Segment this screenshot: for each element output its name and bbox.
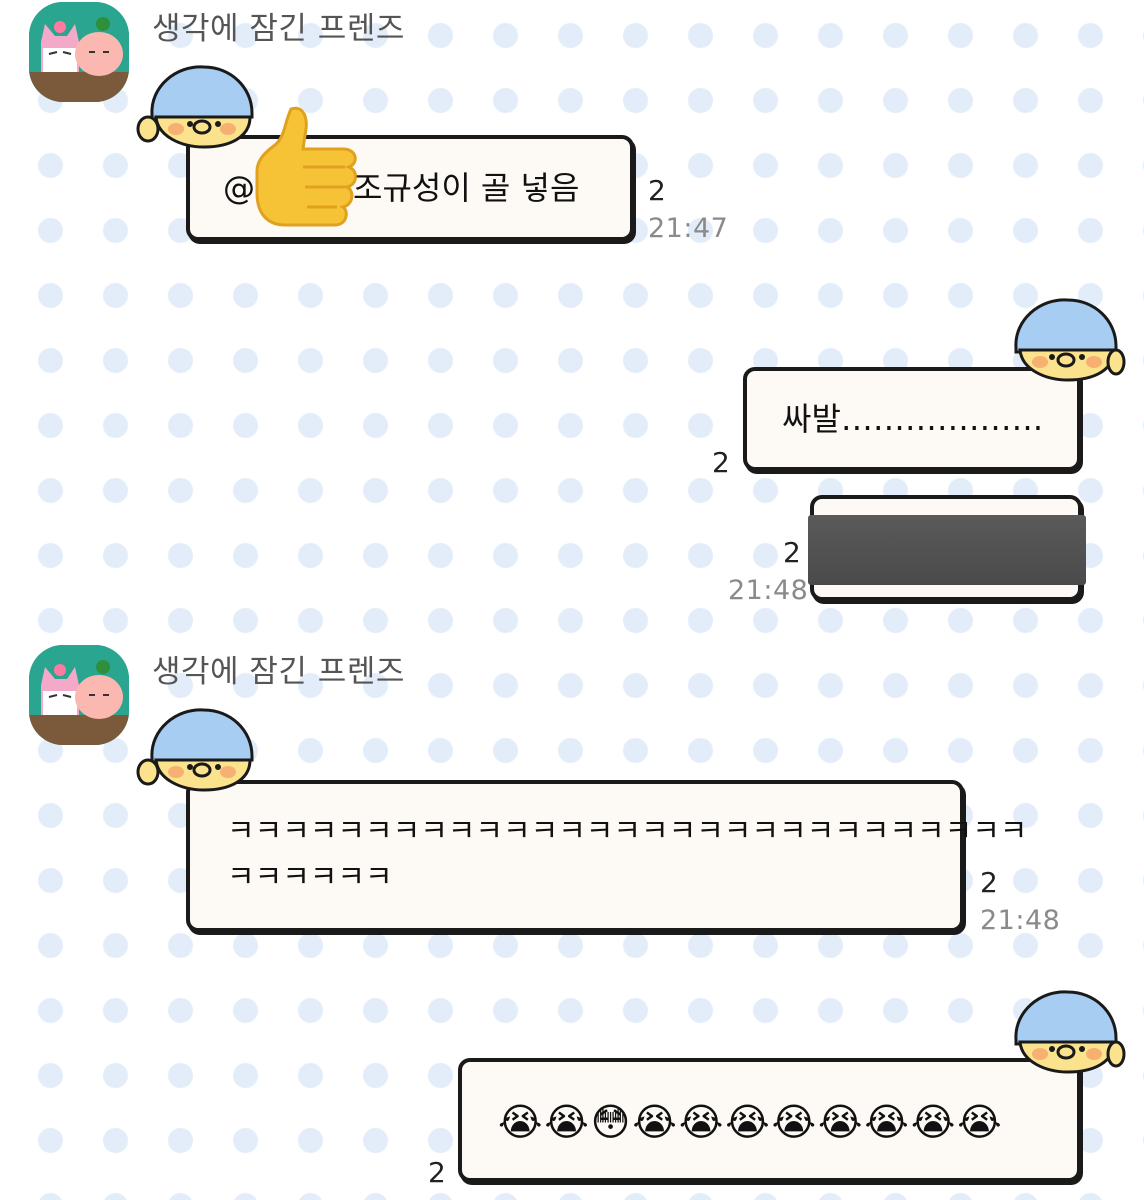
message-text: 조규성이 골 넣음 (353, 169, 580, 207)
sender-avatar[interactable] (29, 2, 129, 102)
read-count: 2 (712, 446, 730, 479)
message-emoji-text: 😭😭😳😭😭😭😭😭😭😭😭 (498, 1100, 1004, 1144)
message-time: 21:48 (980, 905, 1061, 936)
friends-avatar-icon (29, 645, 129, 745)
message-bubble[interactable]: 싸발………………. (743, 367, 1081, 471)
thumbs-up-icon (245, 101, 365, 233)
message-text-line2: ㅋㅋㅋㅋㅋㅋ (227, 860, 393, 895)
message-bubble[interactable]: ㅋㅋㅋㅋㅋㅋㅋㅋㅋㅋㅋㅋㅋㅋㅋㅋㅋㅋㅋㅋㅋㅋㅋㅋㅋㅋㅋㅋㅋ ㅋㅋㅋㅋㅋㅋ (186, 780, 1027, 932)
sender-avatar[interactable] (29, 645, 129, 745)
message-text: 싸발………………. (782, 400, 1044, 438)
sender-name: 생각에 잠긴 프렌즈 (152, 654, 405, 690)
message-text-line1: ㅋㅋㅋㅋㅋㅋㅋㅋㅋㅋㅋㅋㅋㅋㅋㅋㅋㅋㅋㅋㅋㅋㅋㅋㅋㅋㅋㅋㅋ (227, 814, 1028, 849)
read-count: 2 (783, 536, 801, 569)
message-time: 21:48 (728, 575, 809, 606)
friends-avatar-icon (29, 2, 129, 102)
read-count: 2 (648, 174, 666, 207)
chick-beanie-icon (136, 57, 258, 149)
redacted-content (808, 515, 1086, 585)
message-time: 21:47 (648, 213, 729, 244)
message-bubble[interactable]: @ 조규성이 골 넣음 (186, 106, 634, 241)
sender-name: 생각에 잠긴 프렌즈 (152, 11, 405, 47)
message-bubble[interactable] (808, 495, 1086, 601)
read-count: 2 (428, 1156, 446, 1189)
message-bubble[interactable]: 😭😭😳😭😭😭😭😭😭😭😭 (458, 1058, 1081, 1182)
chick-beanie-icon (1010, 290, 1126, 382)
chick-beanie-icon (1010, 982, 1126, 1074)
chick-beanie-icon (136, 700, 258, 792)
read-count: 2 (980, 866, 998, 899)
